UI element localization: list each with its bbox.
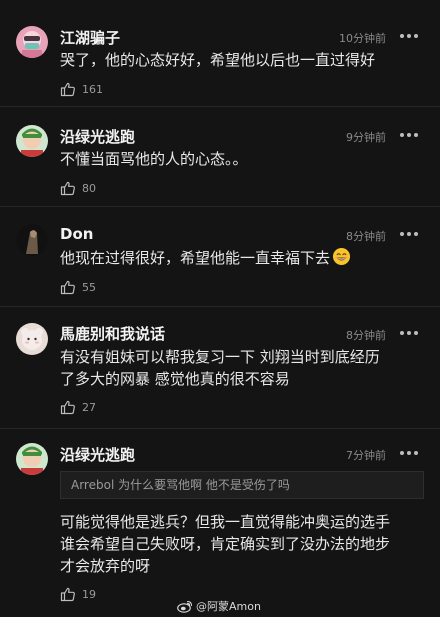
timestamp: 10分钟前 (339, 32, 386, 45)
comment-line: 才会放弃的呀 (60, 557, 151, 575)
like-button[interactable]: 161 (60, 80, 103, 98)
avatar[interactable] (16, 125, 48, 157)
username[interactable]: 沿绿光逃跑 (60, 444, 135, 465)
comment-line: 可能觉得他是逃兵？但我一直觉得能冲奥运的选手 (60, 513, 391, 531)
comment-item: 馬鹿别和我说话 8分钟前 有没有姐妹可以帮我复习一下 刘翔当时到底经历 了多大的… (0, 307, 440, 428)
like-count: 19 (82, 587, 96, 601)
like-count: 80 (82, 181, 96, 195)
comment-feed: 江湖骗子 10分钟前 哭了，他的心态好好，希望他以后也一直过得好 161 沿绿光… (0, 0, 440, 617)
like-count: 55 (82, 280, 96, 294)
timestamp: 9分钟前 (346, 131, 386, 144)
comment-line: 不懂当面骂他的人的心态。。 (60, 150, 248, 168)
thumbs-up-icon (60, 181, 75, 196)
smiling-face-emoji (332, 247, 351, 266)
comment-line: 谁会希望自己失败呀，肯定确实到了没办法的地步 (60, 535, 391, 553)
avatar[interactable] (16, 443, 48, 475)
weibo-logo-icon (177, 600, 193, 613)
thumbs-up-icon (60, 587, 75, 602)
username[interactable]: 馬鹿别和我说话 (60, 323, 165, 344)
watermark: @阿蒙Amon (177, 598, 261, 614)
comment-item: 沿绿光逃跑 7分钟前 Arrebol 为什么要骂他啊 他不是受伤了吗 可能觉得他… (0, 429, 440, 617)
comment-text: 有没有姐妹可以帮我复习一下 刘翔当时到底经历 了多大的网暴 感觉他真的很不容易 (60, 346, 430, 390)
comment-line: 哭了，他的心态好好，希望他以后也一直过得好 (60, 51, 376, 69)
thumbs-up-icon (60, 400, 75, 415)
like-count: 161 (82, 82, 103, 96)
comment-text: 哭了，他的心态好好，希望他以后也一直过得好 (60, 49, 430, 71)
more-dots-icon[interactable] (400, 229, 418, 239)
comment-line: 他现在过得很好，希望他能一直幸福下去 (60, 249, 331, 267)
timestamp: 8分钟前 (346, 230, 386, 243)
like-button[interactable]: 19 (60, 585, 96, 603)
avatar[interactable] (16, 323, 48, 355)
comment-item: Don 8分钟前 他现在过得很好，希望他能一直幸福下去 55 (0, 207, 440, 306)
comment-line: 了多大的网暴 感觉他真的很不容易 (60, 370, 290, 388)
timestamp: 8分钟前 (346, 329, 386, 342)
thumbs-up-icon (60, 82, 75, 97)
comment-text: 可能觉得他是逃兵？但我一直觉得能冲奥运的选手 谁会希望自己失败呀，肯定确实到了没… (60, 511, 430, 577)
avatar[interactable] (16, 224, 48, 256)
more-dots-icon[interactable] (400, 448, 418, 458)
username[interactable]: 江湖骗子 (60, 27, 120, 48)
like-count: 27 (82, 400, 96, 414)
comment-line-wrap: 他现在过得很好，希望他能一直幸福下去 (60, 247, 430, 269)
comment-item: 沿绿光逃跑 9分钟前 不懂当面骂他的人的心态。。 80 (0, 107, 440, 206)
comment-text: 不懂当面骂他的人的心态。。 (60, 148, 430, 170)
username[interactable]: Don (60, 225, 93, 243)
comment-item: 江湖骗子 10分钟前 哭了，他的心态好好，希望他以后也一直过得好 161 (0, 0, 440, 106)
comment-text: 他现在过得很好，希望他能一直幸福下去 (60, 247, 430, 269)
quoted-reply[interactable]: Arrebol 为什么要骂他啊 他不是受伤了吗 (60, 471, 424, 499)
comment-line: 有没有姐妹可以帮我复习一下 刘翔当时到底经历 (60, 348, 380, 366)
like-button[interactable]: 80 (60, 179, 96, 197)
thumbs-up-icon (60, 280, 75, 295)
more-dots-icon[interactable] (400, 328, 418, 338)
watermark-text: @阿蒙Amon (196, 600, 261, 613)
username[interactable]: 沿绿光逃跑 (60, 126, 135, 147)
like-button[interactable]: 55 (60, 278, 96, 296)
timestamp: 7分钟前 (346, 449, 386, 462)
avatar[interactable] (16, 26, 48, 58)
like-button[interactable]: 27 (60, 398, 96, 416)
more-dots-icon[interactable] (400, 31, 418, 41)
more-dots-icon[interactable] (400, 130, 418, 140)
